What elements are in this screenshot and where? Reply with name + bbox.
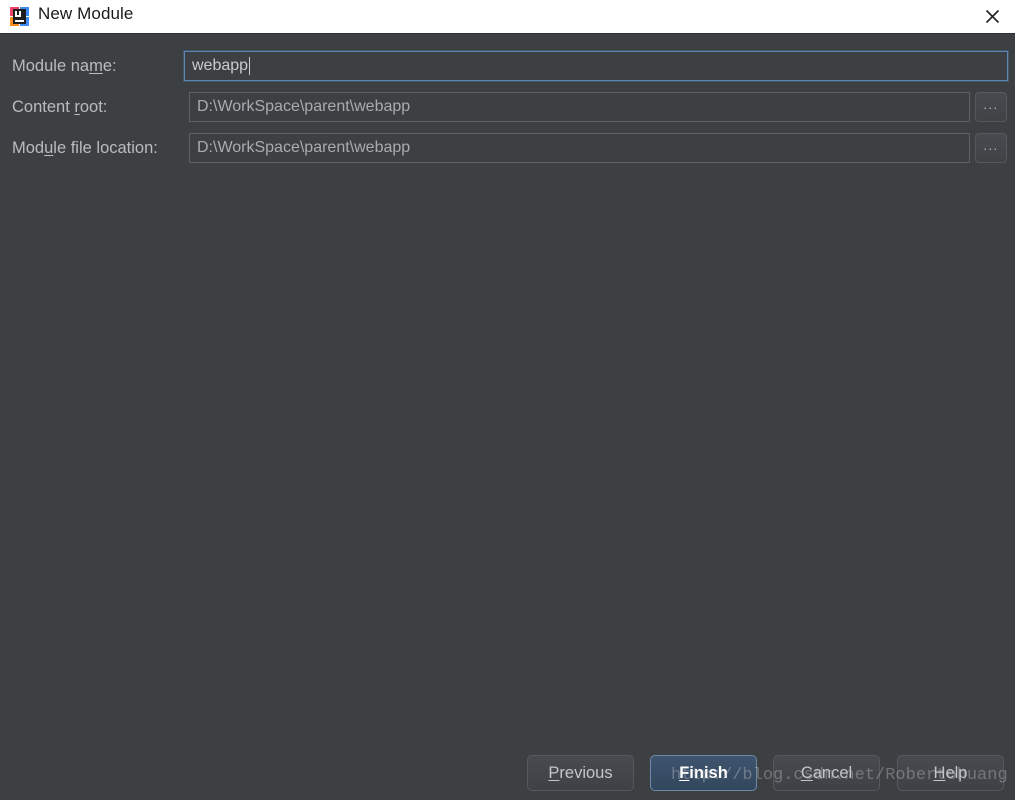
intellij-idea-icon (9, 6, 30, 27)
text-caret (249, 57, 251, 75)
title-bar: New Module (0, 0, 1015, 33)
dialog-button-bar: Previous Finish Cancel Help (0, 755, 1015, 800)
ellipsis-icon: ... (983, 96, 999, 112)
window-title: New Module (38, 4, 134, 23)
help-button[interactable]: Help (897, 755, 1004, 791)
form-row-content-root: Content root: D:\WorkSpace\parent\webapp… (0, 92, 1015, 122)
module-name-input[interactable]: webapp (184, 51, 1008, 81)
cancel-button[interactable]: Cancel (773, 755, 880, 791)
module-file-location-input[interactable]: D:\WorkSpace\parent\webapp (189, 133, 970, 163)
form-row-module-name: Module name: webapp (0, 51, 1015, 81)
content-root-browse-button[interactable]: ... (975, 92, 1007, 122)
label-module-file-location: Module file location: (12, 139, 158, 157)
new-module-dialog: New Module Module name: webapp Content r… (0, 0, 1015, 800)
label-module-name: Module name: (12, 57, 117, 75)
ellipsis-icon: ... (983, 137, 999, 153)
content-root-input[interactable]: D:\WorkSpace\parent\webapp (189, 92, 970, 122)
previous-button[interactable]: Previous (527, 755, 634, 791)
dialog-content: Module name: webapp Content root: D:\Wor… (0, 34, 1015, 800)
close-icon[interactable] (969, 0, 1015, 33)
module-file-location-browse-button[interactable]: ... (975, 133, 1007, 163)
form-row-module-file-location: Module file location: D:\WorkSpace\paren… (0, 133, 1015, 163)
label-content-root: Content root: (12, 98, 108, 116)
finish-button[interactable]: Finish (650, 755, 757, 791)
